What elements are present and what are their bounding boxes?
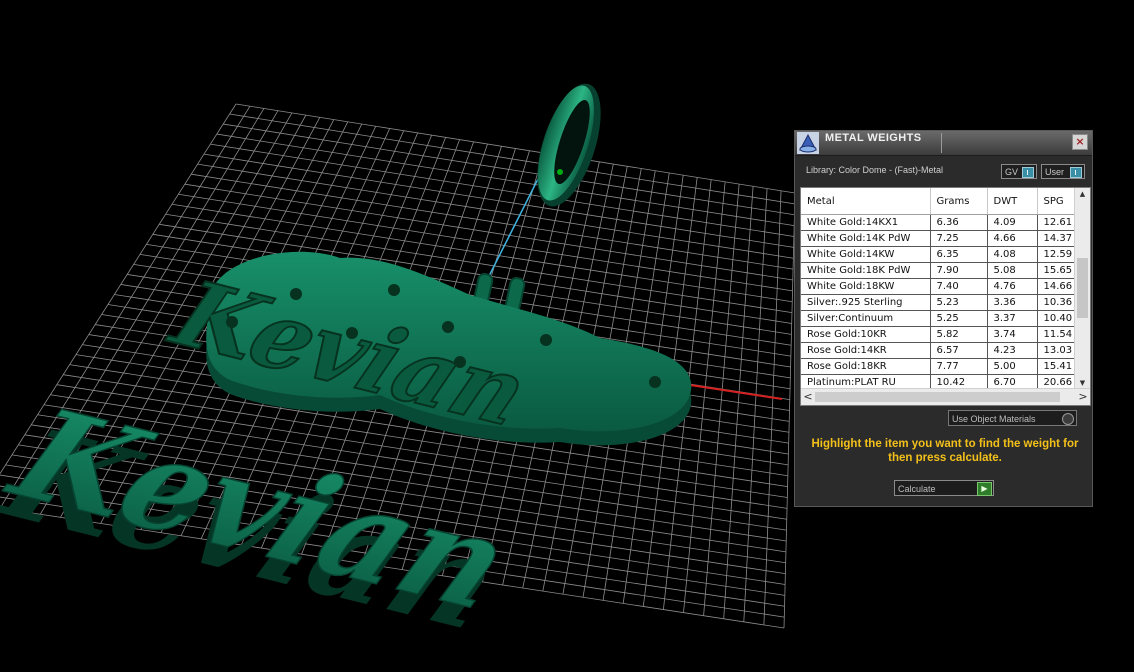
table-row[interactable]: Silver:.925 Sterling 5.23 3.36 10.36 <box>801 294 1075 311</box>
grams-cell: 5.82 <box>930 326 988 343</box>
dwt-cell: 3.36 <box>987 294 1038 311</box>
spg-cell: 15.41 <box>1037 358 1075 375</box>
scroll-left-icon[interactable]: < <box>801 389 815 405</box>
metal-cell: Silver:Continuum <box>801 310 931 327</box>
grams-cell: 7.40 <box>930 278 988 295</box>
metal-cell: White Gold:14K PdW <box>801 230 931 247</box>
table-row[interactable]: White Gold:18K PdW 7.90 5.08 15.65 <box>801 262 1075 279</box>
user-toggle[interactable]: User <box>1041 164 1085 179</box>
metal-cell: White Gold:14KW <box>801 246 931 263</box>
spg-cell: 14.37 <box>1037 230 1075 247</box>
dwt-cell: 4.23 <box>987 342 1038 359</box>
table-row[interactable]: Rose Gold:10KR 5.82 3.74 11.54 <box>801 326 1075 343</box>
table-row[interactable]: Rose Gold:18KR 7.77 5.00 15.41 <box>801 358 1075 375</box>
grams-cell: 6.36 <box>930 214 988 231</box>
grams-cell: 7.90 <box>930 262 988 279</box>
metal-cell: White Gold:18K PdW <box>801 262 931 279</box>
dome-icon <box>797 132 819 154</box>
table-row[interactable]: Silver:Continuum 5.25 3.37 10.40 <box>801 310 1075 327</box>
table-row[interactable]: White Gold:14KW 6.35 4.08 12.59 <box>801 246 1075 263</box>
table-row[interactable]: Rose Gold:14KR 6.57 4.23 13.03 <box>801 342 1075 359</box>
dwt-cell: 4.09 <box>987 214 1038 231</box>
calculate-button[interactable]: Calculate ▶ <box>894 480 994 496</box>
toggle-knob-icon <box>1070 167 1082 178</box>
scroll-right-icon[interactable]: > <box>1076 389 1090 405</box>
grams-cell: 7.25 <box>930 230 988 247</box>
use-object-materials-label: Use Object Materials <box>952 414 1036 424</box>
metal-cell: White Gold:18KW <box>801 278 931 295</box>
metal-cell: Rose Gold:18KR <box>801 358 931 375</box>
table-row[interactable]: White Gold:14KX1 6.36 4.09 12.61 <box>801 214 1075 231</box>
radio-icon[interactable] <box>1062 413 1074 425</box>
calculate-label: Calculate <box>898 484 936 494</box>
spg-cell: 13.03 <box>1037 342 1075 359</box>
vertical-scroll-thumb[interactable] <box>1077 258 1088 318</box>
dwt-cell: 3.74 <box>987 326 1038 343</box>
title-separator <box>941 133 942 153</box>
spg-cell: 11.54 <box>1037 326 1075 343</box>
gv-label: GV <box>1005 167 1019 177</box>
metal-weights-panel: METAL WEIGHTS × Library: Color Dome - (F… <box>794 130 1093 507</box>
spg-cell: 14.66 <box>1037 278 1075 295</box>
spg-cell: 15.65 <box>1037 262 1075 279</box>
grams-cell: 5.23 <box>930 294 988 311</box>
spg-cell: 12.59 <box>1037 246 1075 263</box>
dwt-cell: 5.00 <box>987 358 1038 375</box>
column-header-metal[interactable]: Metal <box>801 188 931 215</box>
spg-cell: 10.40 <box>1037 310 1075 327</box>
scroll-up-icon[interactable]: ▲ <box>1075 188 1090 200</box>
user-label: User <box>1045 167 1065 177</box>
instruction-text: Highlight the item you want to find the … <box>811 438 1079 464</box>
close-icon[interactable]: × <box>1072 134 1088 150</box>
use-object-materials-option[interactable]: Use Object Materials <box>948 410 1077 426</box>
grams-cell: 5.25 <box>930 310 988 327</box>
metal-cell: Rose Gold:10KR <box>801 326 931 343</box>
metal-table: Metal Grams DWT SPG White Gold:14KX1 6.36… <box>800 187 1091 406</box>
spg-cell: 12.61 <box>1037 214 1075 231</box>
dwt-cell: 4.66 <box>987 230 1038 247</box>
vertical-scrollbar[interactable]: ▲ ▼ <box>1074 188 1090 389</box>
dwt-cell: 4.08 <box>987 246 1038 263</box>
grams-cell: 6.35 <box>930 246 988 263</box>
dwt-cell: 3.37 <box>987 310 1038 327</box>
panel-titlebar[interactable]: METAL WEIGHTS × <box>795 131 1092 156</box>
library-label: Library: Color Dome - (Fast)-Metal <box>806 165 944 175</box>
metal-cell: Silver:.925 Sterling <box>801 294 931 311</box>
grams-cell: 6.57 <box>930 342 988 359</box>
spg-cell: 10.36 <box>1037 294 1075 311</box>
column-header-dwt[interactable]: DWT <box>987 188 1038 215</box>
metal-cell: Rose Gold:14KR <box>801 342 931 359</box>
pendant-plate[interactable]: Kevian <box>154 251 692 447</box>
grams-cell: 7.77 <box>930 358 988 375</box>
bail-ring[interactable] <box>524 76 613 214</box>
metal-cell: White Gold:14KX1 <box>801 214 931 231</box>
panel-title: METAL WEIGHTS <box>825 132 922 144</box>
toggle-knob-icon <box>1022 167 1034 178</box>
dwt-cell: 4.76 <box>987 278 1038 295</box>
table-row[interactable]: White Gold:14K PdW 7.25 4.66 14.37 <box>801 230 1075 247</box>
horizontal-scrollbar[interactable]: < > <box>801 388 1090 405</box>
column-header-spg[interactable]: SPG <box>1037 188 1075 215</box>
column-header-grams[interactable]: Grams <box>930 188 988 215</box>
play-icon: ▶ <box>977 482 992 496</box>
gv-toggle[interactable]: GV <box>1001 164 1037 179</box>
dwt-cell: 5.08 <box>987 262 1038 279</box>
horizontal-scroll-thumb[interactable] <box>815 392 1060 402</box>
table-row[interactable]: White Gold:18KW 7.40 4.76 14.66 <box>801 278 1075 295</box>
